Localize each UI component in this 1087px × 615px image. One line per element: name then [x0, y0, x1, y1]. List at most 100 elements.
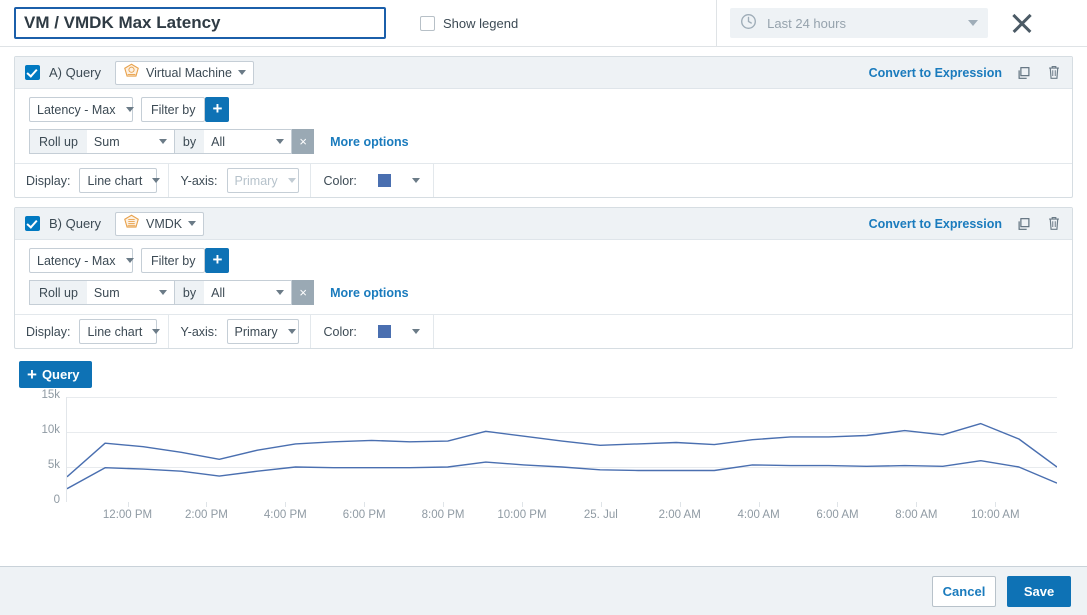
- chart-y-tick-label: 10k: [14, 424, 60, 436]
- query-a-add-filter-button[interactable]: +: [205, 97, 229, 122]
- query-a-yaxis-value: Primary: [235, 174, 278, 188]
- dialog-content: A) Query Virtual Machine Convert to Expr…: [0, 56, 1087, 574]
- chevron-down-icon: [152, 178, 160, 183]
- chart-x-tick-label: 2:00 PM: [185, 509, 228, 521]
- query-a-rollup-group: Roll up Sum by All ×: [29, 129, 314, 154]
- chart-x-tick-mark: [206, 502, 207, 507]
- chevron-down-icon: [276, 290, 284, 295]
- chart-x-tick-label: 6:00 PM: [343, 509, 386, 521]
- chart-x-tick-label: 8:00 AM: [895, 509, 937, 521]
- chevron-down-icon[interactable]: [412, 178, 420, 183]
- query-b-rollup-by-select[interactable]: All: [204, 280, 292, 305]
- add-query-label: Query: [42, 367, 80, 382]
- query-a-by-label: by: [175, 129, 204, 154]
- query-a-rollup-label: Roll up: [29, 129, 87, 154]
- chevron-down-icon: [159, 290, 167, 295]
- show-legend-label: Show legend: [443, 16, 518, 31]
- query-b-enabled-checkbox[interactable]: [25, 216, 40, 231]
- chevron-down-icon: [238, 70, 246, 75]
- query-a-display-type-select[interactable]: Line chart: [79, 168, 157, 193]
- show-legend-control[interactable]: Show legend: [420, 16, 518, 31]
- vmdk-icon: [123, 214, 140, 233]
- query-a-rollup-row: Roll up Sum by All × More options: [15, 129, 1072, 161]
- plus-icon: +: [27, 366, 37, 383]
- chart-x-tick-mark: [285, 502, 286, 507]
- query-b-actions: Convert to Expression: [869, 215, 1064, 232]
- query-a-rollup-function-select[interactable]: Sum: [87, 129, 175, 154]
- virtual-machine-icon: [123, 63, 140, 82]
- chevron-down-icon: [288, 178, 296, 183]
- query-a-rollup-by-value: All: [211, 135, 225, 149]
- chart-x-tick-mark: [522, 502, 523, 507]
- add-query-button[interactable]: + Query: [19, 361, 92, 388]
- widget-title-input[interactable]: [14, 7, 386, 39]
- query-a-color-label: Color:: [324, 174, 357, 188]
- chart-line-series: [67, 461, 1057, 489]
- query-b-display-row: Display: Line chart Y-axis: Primary Colo…: [15, 314, 1072, 348]
- query-b-metric-select[interactable]: Latency - Max: [29, 248, 133, 273]
- close-icon[interactable]: [1008, 9, 1036, 37]
- chevron-down-icon[interactable]: [412, 329, 420, 334]
- chart-x-tick-label: 4:00 PM: [264, 509, 307, 521]
- query-b-metric-value: Latency - Max: [37, 254, 116, 268]
- chart-x-tick-mark: [128, 502, 129, 507]
- query-a-actions: Convert to Expression: [869, 64, 1064, 81]
- chart-x-tick-mark: [601, 502, 602, 507]
- query-a-metric-row: Latency - Max Filter by +: [15, 97, 1072, 129]
- query-b-color-swatch[interactable]: [378, 325, 391, 338]
- query-b-display-type-select[interactable]: Line chart: [79, 319, 157, 344]
- chart-plot-area: [66, 397, 1057, 502]
- chart-x-tick-mark: [759, 502, 760, 507]
- query-a-clear-rollup-button[interactable]: ×: [292, 129, 314, 154]
- chart-x-tick-label: 6:00 AM: [816, 509, 858, 521]
- query-card-b: B) Query VMDK Convert to Expression: [14, 207, 1073, 349]
- query-b-yaxis-cell: Y-axis: Primary: [169, 315, 310, 348]
- query-a-rollup-by-select[interactable]: All: [204, 129, 292, 154]
- query-b-display-label: Display:: [26, 325, 70, 339]
- chevron-down-icon: [968, 20, 978, 26]
- query-b-label: B) Query: [49, 216, 101, 231]
- trash-icon[interactable]: [1046, 64, 1062, 81]
- chart-y-tick-label: 5k: [14, 459, 60, 471]
- query-a-filter-by-button[interactable]: Filter by: [141, 97, 205, 122]
- chevron-down-icon: [126, 258, 134, 263]
- query-b-add-filter-button[interactable]: +: [205, 248, 229, 273]
- query-a-enabled-checkbox[interactable]: [25, 65, 40, 80]
- query-b-rollup-function-select[interactable]: Sum: [87, 280, 175, 305]
- query-a-body: Latency - Max Filter by + Roll up Sum by: [15, 89, 1072, 197]
- chart-x-tick-label: 8:00 PM: [422, 509, 465, 521]
- copy-icon[interactable]: [1016, 65, 1032, 81]
- header-divider: [716, 0, 717, 47]
- query-b-yaxis-label: Y-axis:: [180, 325, 217, 339]
- query-a-resource-selector[interactable]: Virtual Machine: [115, 61, 254, 85]
- copy-icon[interactable]: [1016, 216, 1032, 232]
- chart-x-tick-mark: [364, 502, 365, 507]
- query-b-metric-row: Latency - Max Filter by +: [15, 248, 1072, 280]
- chevron-down-icon: [152, 329, 160, 334]
- convert-to-expression-link-a[interactable]: Convert to Expression: [869, 66, 1002, 80]
- chart-x-tick-label: 2:00 AM: [659, 509, 701, 521]
- query-a-display-type-value: Line chart: [87, 174, 142, 188]
- query-b-rollup-row: Roll up Sum by All × More options: [15, 280, 1072, 312]
- query-b-header: B) Query VMDK Convert to Expression: [15, 208, 1072, 240]
- convert-to-expression-link-b[interactable]: Convert to Expression: [869, 217, 1002, 231]
- query-a-color-swatch[interactable]: [378, 174, 391, 187]
- chart-x-tick-mark: [916, 502, 917, 507]
- query-a-yaxis-select[interactable]: Primary: [227, 168, 299, 193]
- trash-icon[interactable]: [1046, 215, 1062, 232]
- chevron-down-icon: [276, 139, 284, 144]
- save-button[interactable]: Save: [1007, 576, 1071, 607]
- show-legend-checkbox[interactable]: [420, 16, 435, 31]
- time-range-picker[interactable]: Last 24 hours: [730, 8, 988, 38]
- query-b-rollup-label: Roll up: [29, 280, 87, 305]
- query-b-yaxis-value: Primary: [235, 325, 278, 339]
- cancel-button[interactable]: Cancel: [932, 576, 996, 607]
- query-a-more-options-link[interactable]: More options: [330, 135, 408, 149]
- query-b-more-options-link[interactable]: More options: [330, 286, 408, 300]
- query-b-yaxis-select[interactable]: Primary: [227, 319, 299, 344]
- query-a-display-row: Display: Line chart Y-axis: Primary Colo…: [15, 163, 1072, 197]
- query-b-filter-by-button[interactable]: Filter by: [141, 248, 205, 273]
- query-b-clear-rollup-button[interactable]: ×: [292, 280, 314, 305]
- query-b-resource-selector[interactable]: VMDK: [115, 212, 204, 236]
- query-a-metric-select[interactable]: Latency - Max: [29, 97, 133, 122]
